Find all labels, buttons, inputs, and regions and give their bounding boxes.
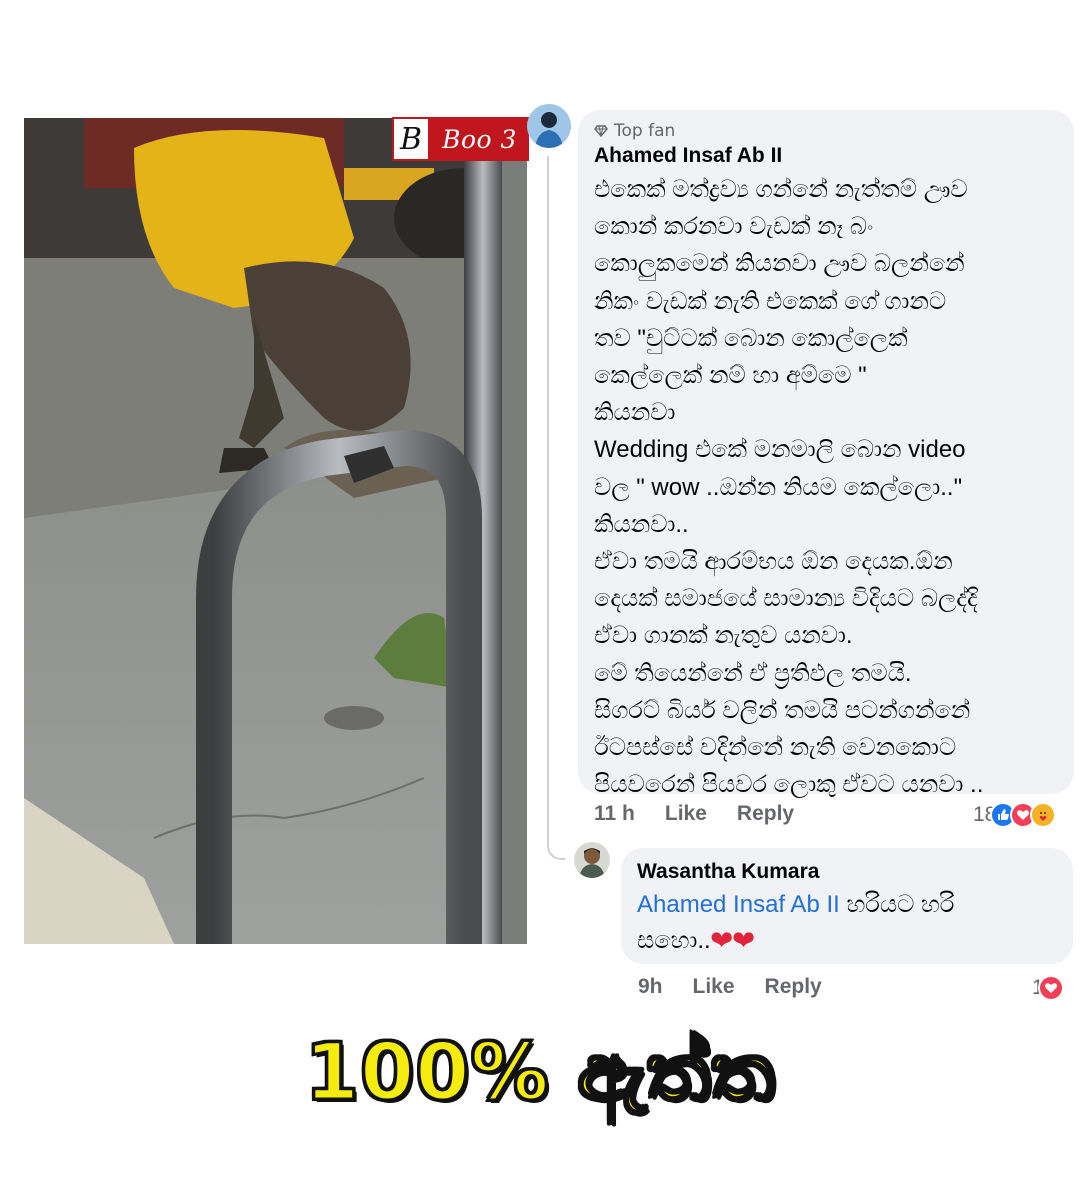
comment-line: පියවරෙන් පියවර ලොකු ඒවට යනවා .. [594,771,984,799]
reply-text-2: සහො.. [637,927,711,954]
reply-timestamp[interactable]: 9h [638,975,663,999]
reply-button[interactable]: Reply [737,802,794,826]
comment-line: එකෙක් මත්ද්‍රව්‍ය ගන්නේ නැත්තම් ඌව [594,176,968,203]
comment-line: තව "චුට්ටක් බොන කොල්ලෙක් [594,324,908,352]
love-reaction-icon [1037,975,1064,1001]
watermark-text: Boo 3 [430,117,529,161]
commenter-avatar[interactable] [527,104,571,148]
comment-body: එකෙක් මත්ද්‍රව්‍ය ගන්නේ නැත්තම් ඌව කොන් … [594,171,1058,803]
reply-line: Ahamed Insaf Ab II හරියට හරි [637,887,1057,923]
comment-line: සිගරට් බියර් වලින් තමයි පටන්ගන්නේ [594,696,971,724]
reaction-summary[interactable]: 18 [973,802,1057,828]
video-screenshot [24,118,527,944]
main-comment-bubble: Top fan Ahamed Insaf Ab II එකෙක් මත්ද්‍ර… [578,110,1074,798]
comment-line: ඒවා ගානක් නැතුව යනවා. [594,622,853,650]
comment-author[interactable]: Ahamed Insaf Ab II [594,144,1058,168]
comment-line: මේ තියෙන්නේ ඒ ප්‍රතිඵල තමයි. [594,659,912,687]
comment-line: කෙල්ලෙක් නම් හා අම්මෙ " [594,362,867,390]
main-comment-actions: 11 h Like Reply [594,802,824,826]
comment-line: වල " wow ..ඔන්න නියම කෙල්ලො.." [594,473,963,501]
badge-label: Top fan [614,121,676,141]
comment-line: ඒවා තමයි ආරම්භය ඕන දෙයක.ඕන [594,548,953,576]
comment-line: කියනවා [594,399,676,427]
like-button[interactable]: Like [665,802,707,826]
care-reaction-icon [1030,802,1057,828]
diamond-icon [594,125,608,138]
reply-reply-button[interactable]: Reply [765,975,822,999]
reply-body: Ahamed Insaf Ab II හරියට හරි සහො..❤❤ [637,887,1057,959]
reply-author[interactable]: Wasantha Kumara [637,860,1057,884]
reply-line: සහො..❤❤ [637,923,1057,959]
reply-text: හරියට හරි [839,891,955,918]
top-fan-badge: Top fan [594,120,1058,142]
reply-comment-bubble: Wasantha Kumara Ahamed Insaf Ab II හරියට… [621,848,1073,964]
comment-line: කොන් කරනවා වැඩක් නෑ බං [594,213,874,241]
comment-line: කොලුකමෙන් කියනවා ඌව බලන්නේ [594,250,965,278]
reply-like-button[interactable]: Like [693,975,735,999]
comment-timestamp[interactable]: 11 h [594,802,635,826]
comment-line: දෙයක් සමාජයේ සාමාන්‍ය විදියට බලද්දි [594,585,978,613]
comment-line: Wedding එකේ මනමාලි බොන video [594,436,966,464]
comment-line: ඊටපස්සේ වදින්නේ නැති වෙනකොට [594,734,957,762]
reply-thread-line [547,156,565,860]
watermark-logo: B Boo 3 [392,117,529,161]
reply-comment-actions: 9h Like Reply [638,975,852,999]
hearts-emoji: ❤❤ [710,927,755,954]
comment-line: කියනවා.. [594,510,689,538]
watermark-letter: B [392,117,430,161]
reply-avatar[interactable] [574,842,610,878]
reply-reaction-summary[interactable]: 1 [1032,975,1064,1001]
caption-text: 100% ඇත්ත [303,1027,776,1120]
mention-link[interactable]: Ahamed Insaf Ab II [637,891,840,918]
comment-line: නිකං වැඩක් නැති එකෙක් ගේ ගානට [594,287,947,315]
